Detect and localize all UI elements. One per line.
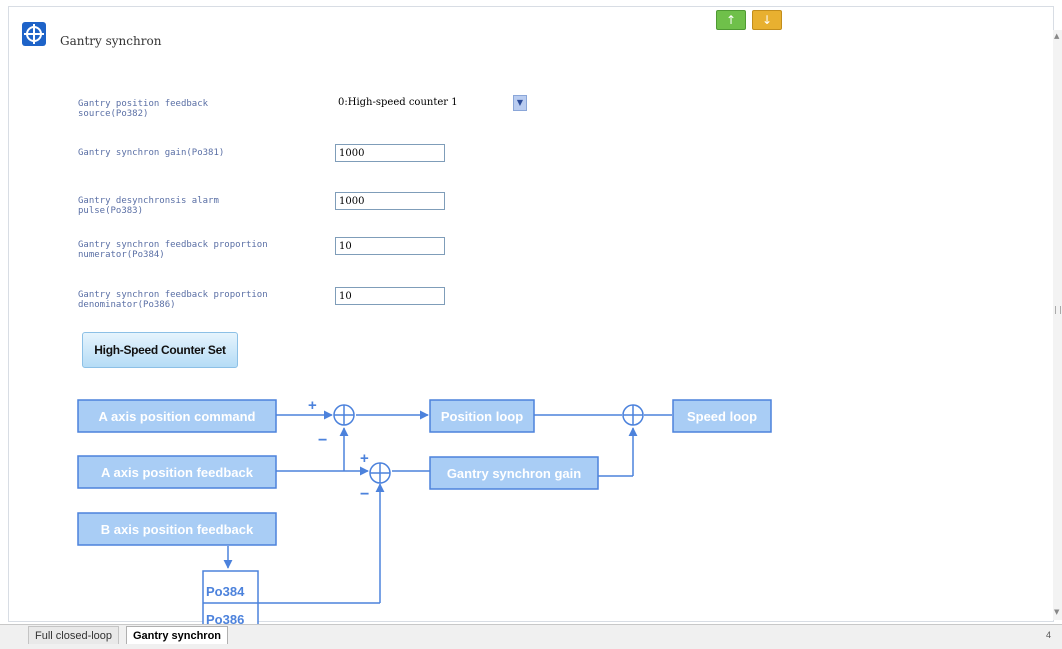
page-indicator: 4 — [1046, 630, 1052, 640]
plus-sign-2: + — [360, 450, 369, 467]
gantry-control-diagram: A axis position command A axis position … — [77, 397, 772, 632]
vertical-scrollbar[interactable] — [1053, 30, 1062, 620]
a-axis-feedback-block: A axis position feedback — [77, 455, 277, 489]
scroll-down-icon[interactable]: ▼ — [1054, 608, 1059, 616]
tab-gantry-synchron[interactable]: Gantry synchron — [126, 626, 229, 644]
scroll-thumb[interactable] — [1055, 306, 1061, 314]
b-axis-feedback-label: B axis position feedback — [101, 522, 254, 537]
b-axis-feedback-block: B axis position feedback — [77, 512, 277, 546]
gantry-gain-label: Gantry synchron gain — [447, 466, 581, 481]
speed-loop-label: Speed loop — [687, 409, 757, 424]
tab-full-closed-loop[interactable]: Full closed-loop — [28, 626, 120, 644]
plus-sign-1: + — [308, 397, 317, 414]
po384-label: Po384 — [206, 584, 245, 599]
scroll-up-icon[interactable]: ▲ — [1054, 32, 1059, 40]
a-axis-command-label: A axis position command — [99, 409, 256, 424]
speed-loop-block: Speed loop — [672, 399, 772, 433]
gantry-gain-block: Gantry synchron gain — [429, 456, 599, 490]
position-loop-label: Position loop — [441, 409, 523, 424]
position-loop-block: Position loop — [429, 399, 535, 433]
a-axis-command-block: A axis position command — [77, 399, 277, 433]
minus-sign-1: − — [318, 432, 327, 449]
a-axis-feedback-label: A axis position feedback — [101, 465, 254, 480]
ratio-block: Po384 Po386 — [202, 570, 259, 632]
minus-sign-2: − — [360, 486, 369, 503]
